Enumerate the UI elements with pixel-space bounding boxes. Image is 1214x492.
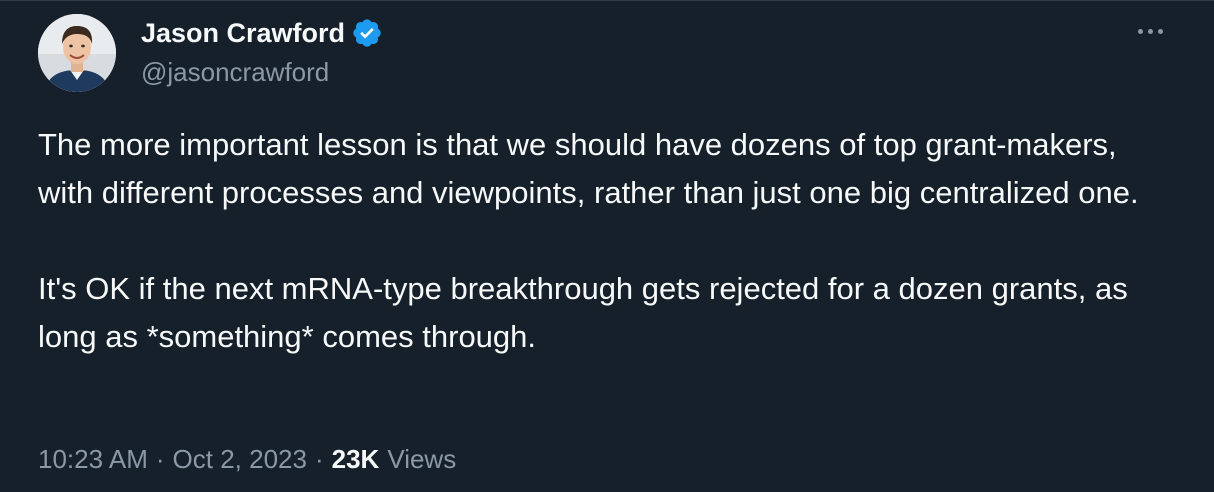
tweet-paragraph: The more important lesson is that we sho…: [38, 127, 1139, 210]
author-handle[interactable]: @jasoncrawford: [141, 55, 329, 89]
tweet-text: The more important lesson is that we sho…: [38, 121, 1178, 361]
tweet-date[interactable]: Oct 2, 2023: [173, 441, 307, 477]
tweet-paragraph: It's OK if the next mRNA-type breakthrou…: [38, 271, 1137, 354]
author-name-row: Jason Crawford: [141, 15, 383, 51]
views-label: Views: [387, 444, 457, 474]
meta-separator: ·: [314, 444, 324, 474]
more-dot: [1147, 28, 1153, 34]
tweet-meta: 10:23 AM · Oct 2, 2023 · 23K Views: [38, 441, 456, 477]
author-display-name[interactable]: Jason Crawford: [141, 15, 345, 51]
meta-separator: ·: [155, 444, 165, 474]
more-dot: [1157, 28, 1163, 34]
author-avatar[interactable]: [38, 14, 116, 92]
views-count: 23K: [331, 444, 380, 474]
more-dot: [1137, 28, 1143, 34]
tweet-time[interactable]: 10:23 AM: [38, 441, 148, 477]
more-options-icon[interactable]: [1130, 19, 1170, 43]
tweet-card: Jason Crawford @jasoncrawford The more i…: [0, 0, 1214, 492]
avatar-photo-icon: [38, 14, 116, 92]
verified-badge-icon[interactable]: [351, 17, 383, 49]
